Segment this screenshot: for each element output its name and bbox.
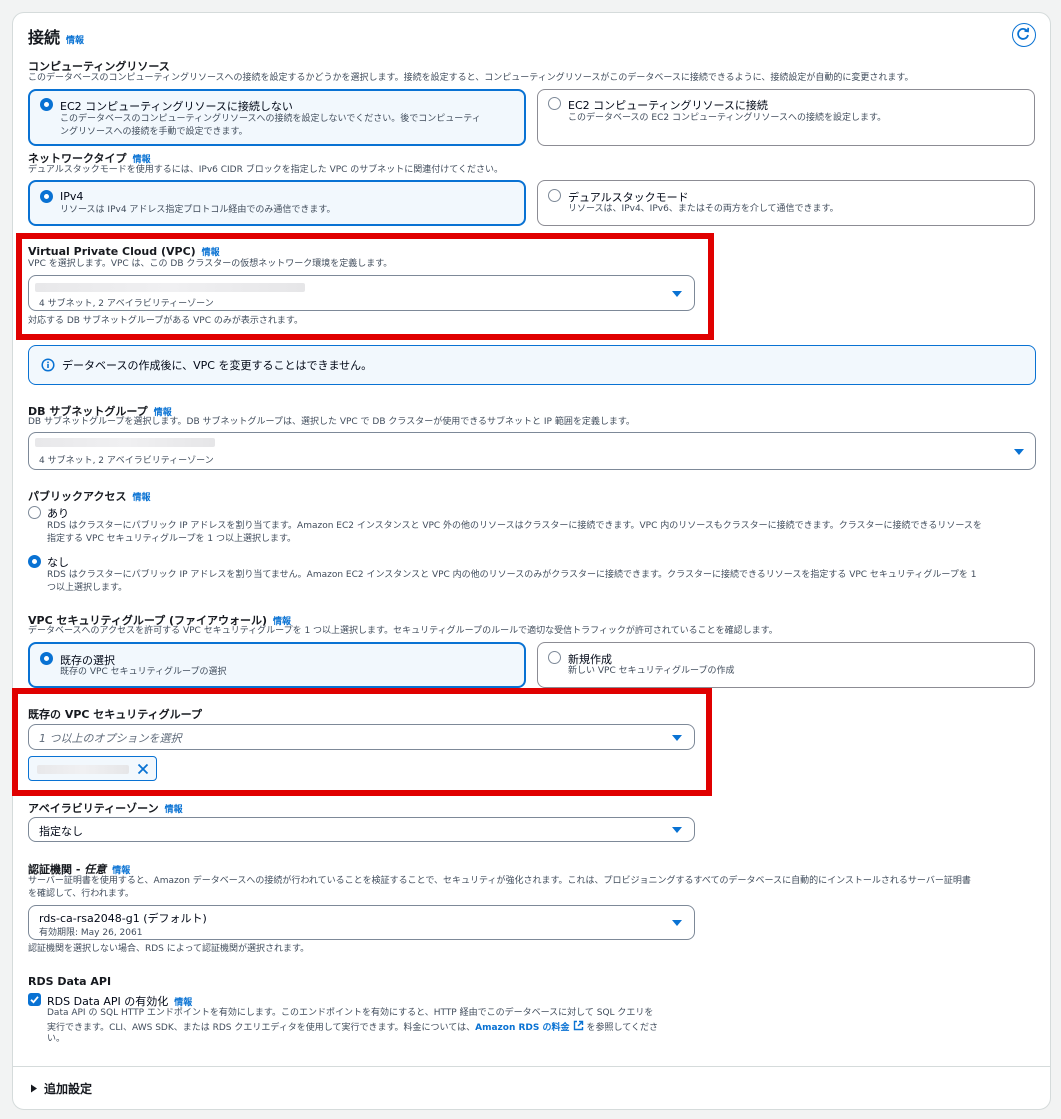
check-icon bbox=[30, 996, 39, 1004]
chevron-down-icon bbox=[672, 920, 682, 926]
refresh-button[interactable] bbox=[1012, 23, 1036, 47]
caret-right-icon bbox=[31, 1084, 37, 1093]
sg-option-new[interactable]: 新規作成 新しい VPC セキュリティグループの作成 bbox=[537, 642, 1035, 688]
public-no-radio[interactable] bbox=[28, 555, 41, 568]
info-alert: データベースの作成後に、VPC を変更することはできません。 bbox=[28, 345, 1036, 385]
public-yes-desc: 指定する VPC セキュリティグループを 1 つ以上選択します。 bbox=[47, 534, 297, 544]
subnet-select[interactable]: 4 サブネット, 2 アベイラビリティーゾーン bbox=[28, 432, 1036, 470]
public-yes-label: あり bbox=[47, 507, 69, 520]
public-no-desc: RDS はクラスターにパブリック IP アドレスを割り当てません。Amazon … bbox=[47, 570, 977, 580]
additional-settings-toggle[interactable]: 追加設定 bbox=[30, 1080, 92, 1097]
chevron-down-icon bbox=[672, 291, 682, 297]
info-link[interactable]: 情報 bbox=[132, 493, 150, 503]
chevron-down-icon bbox=[672, 827, 682, 833]
vpc-select[interactable]: 4 サブネット, 2 アベイラビリティーゾーン bbox=[28, 275, 695, 311]
info-icon bbox=[41, 358, 55, 372]
redacted-value bbox=[35, 438, 215, 447]
option-label: EC2 コンピューティングリソースに接続 bbox=[568, 99, 768, 112]
option-desc: このデータベースの EC2 コンピューティングリソースへの接続を設定します。 bbox=[568, 113, 887, 123]
vpc-desc: VPC を選択します。VPC は、この DB クラスターの仮想ネットワーク環境を… bbox=[28, 259, 393, 269]
option-desc: ングリソースへの接続を手動で設定できます。 bbox=[60, 127, 248, 137]
network-option-dualstack[interactable]: デュアルスタックモード リソースは、IPv4、IPv6、またはその両方を介して通… bbox=[537, 180, 1035, 226]
select-sub: 有効期限: May 26, 2061 bbox=[39, 928, 143, 938]
vpc-title: Virtual Private Cloud (VPC) 情報 bbox=[28, 245, 220, 258]
dataapi-title: RDS Data API bbox=[28, 975, 112, 988]
alert-text: データベースの作成後に、VPC を変更することはできません。 bbox=[62, 359, 373, 372]
info-link[interactable]: 情報 bbox=[202, 248, 220, 258]
ca-desc: サーバー証明書を使用すると、Amazon データベースへの接続が行われていること… bbox=[28, 876, 971, 886]
select-value: rds-ca-rsa2048-g1 (デフォルト) bbox=[39, 912, 207, 925]
existing-sg-title: 既存の VPC セキュリティグループ bbox=[28, 708, 202, 721]
radio-selected[interactable] bbox=[40, 190, 53, 203]
option-desc: 既存の VPC セキュリティグループの選択 bbox=[60, 667, 227, 677]
info-link[interactable]: 情報 bbox=[66, 36, 84, 46]
option-desc: リソースは、IPv4、IPv6、またはその両方を介して通信できます。 bbox=[568, 204, 839, 214]
radio-selected[interactable] bbox=[40, 652, 53, 665]
divider bbox=[13, 1066, 1050, 1067]
redacted-value bbox=[35, 283, 305, 292]
sg-desc: データベースへのアクセスを許可する VPC セキュリティグループを 1 つ以上選… bbox=[28, 626, 778, 636]
dataapi-desc: い。 bbox=[47, 1034, 66, 1044]
az-title: アベイラビリティーゾーン 情報 bbox=[28, 802, 183, 815]
compute-desc: このデータベースのコンピューティングリソースへの接続を設定するかどうかを選択しま… bbox=[28, 73, 914, 83]
selected-sg-token bbox=[28, 756, 157, 781]
public-yes-desc: RDS はクラスターにパブリック IP アドレスを割り当てます。Amazon E… bbox=[47, 521, 982, 531]
ca-hint: 認証機関を選択しない場合、RDS によって認証機関が選択されます。 bbox=[28, 944, 310, 954]
select-sub: 4 サブネット, 2 アベイラビリティーゾーン bbox=[39, 456, 214, 466]
radio-unselected[interactable] bbox=[548, 189, 561, 202]
external-link-icon bbox=[573, 1020, 583, 1031]
option-desc: このデータベースのコンピューティングリソースへの接続を設定しないでください。後で… bbox=[60, 114, 481, 124]
subnet-desc: DB サブネットグループを選択します。DB サブネットグループは、選択した VP… bbox=[28, 417, 635, 427]
info-link[interactable]: 情報 bbox=[165, 805, 183, 815]
network-option-ipv4[interactable]: IPv4 リソースは IPv4 アドレス指定プロトコル経由でのみ通信できます。 bbox=[28, 180, 526, 226]
section-title: 接続 情報 bbox=[28, 28, 85, 47]
additional-settings-label: 追加設定 bbox=[44, 1082, 93, 1096]
option-label: EC2 コンピューティングリソースに接続しない bbox=[60, 100, 293, 113]
public-no-label: なし bbox=[47, 556, 69, 569]
option-desc: リソースは IPv4 アドレス指定プロトコル経由でのみ通信できます。 bbox=[60, 205, 336, 215]
ca-select[interactable]: rds-ca-rsa2048-g1 (デフォルト) 有効期限: May 26, … bbox=[28, 905, 695, 940]
select-value: 指定なし bbox=[39, 825, 83, 838]
compute-option-connect[interactable]: EC2 コンピューティングリソースに接続 このデータベースの EC2 コンピュー… bbox=[537, 89, 1035, 146]
public-no-desc: つ以上選択します。 bbox=[47, 583, 128, 593]
close-icon[interactable] bbox=[137, 763, 149, 775]
option-label: IPv4 bbox=[60, 190, 84, 203]
select-placeholder: 1 つ以上のオプションを選択 bbox=[39, 732, 182, 745]
dataapi-checkbox[interactable] bbox=[28, 993, 41, 1006]
public-yes-radio[interactable] bbox=[28, 506, 41, 519]
redacted-value bbox=[37, 765, 129, 774]
network-desc: デュアルスタックモードを使用するには、IPv6 CIDR ブロックを指定した V… bbox=[28, 165, 504, 175]
pricing-link[interactable]: Amazon RDS の料金 bbox=[475, 1023, 569, 1033]
radio-unselected[interactable] bbox=[548, 97, 561, 110]
radio-selected[interactable] bbox=[40, 98, 53, 111]
dataapi-desc: 実行できます。CLI、AWS SDK、または RDS クエリエディタを使用して実… bbox=[47, 1020, 658, 1035]
radio-unselected[interactable] bbox=[548, 651, 561, 664]
option-desc: 新しい VPC セキュリティグループの作成 bbox=[568, 666, 735, 676]
existing-sg-select[interactable]: 1 つ以上のオプションを選択 bbox=[28, 724, 695, 750]
az-select[interactable]: 指定なし bbox=[28, 817, 695, 842]
dataapi-desc: Data API の SQL HTTP エンドポイントを有効にします。このエンド… bbox=[47, 1008, 654, 1018]
sg-option-existing[interactable]: 既存の選択 既存の VPC セキュリティグループの選択 bbox=[28, 642, 526, 688]
select-sub: 4 サブネット, 2 アベイラビリティーゾーン bbox=[39, 299, 214, 309]
ca-desc: を確認して、行われます。 bbox=[28, 889, 134, 899]
chevron-down-icon bbox=[672, 735, 682, 741]
vpc-hint: 対応する DB サブネットグループがある VPC のみが表示されます。 bbox=[28, 316, 303, 326]
chevron-down-icon bbox=[1014, 449, 1024, 455]
refresh-icon bbox=[1017, 27, 1030, 40]
compute-option-no-connect[interactable]: EC2 コンピューティングリソースに接続しない このデータベースのコンピューティ… bbox=[28, 89, 526, 146]
public-title: パブリックアクセス 情報 bbox=[28, 490, 151, 503]
